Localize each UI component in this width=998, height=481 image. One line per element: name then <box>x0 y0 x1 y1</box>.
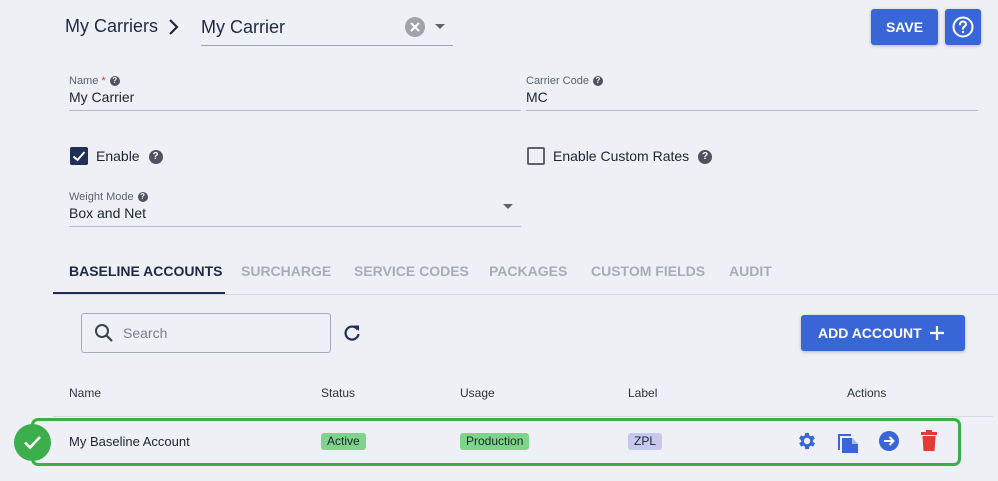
tab-packages[interactable]: PACKAGES <box>489 263 567 279</box>
custom-rates-label: Enable Custom Rates? <box>553 148 713 165</box>
help-icon[interactable]: ? <box>698 150 713 165</box>
dropdown-caret-icon[interactable] <box>503 204 513 209</box>
row-name: My Baseline Account <box>69 434 190 449</box>
enable-label: Enable? <box>96 148 163 165</box>
help-icon[interactable]: ? <box>137 192 148 203</box>
tab-custom-fields[interactable]: CUSTOM FIELDS <box>591 263 705 279</box>
save-button[interactable]: SAVE <box>871 9 938 45</box>
settings-icon[interactable] <box>796 430 818 452</box>
clear-icon[interactable] <box>405 17 425 37</box>
success-badge <box>14 424 51 461</box>
search-input[interactable] <box>123 323 313 343</box>
plus-icon <box>930 326 944 340</box>
enable-checkbox[interactable] <box>70 147 88 165</box>
carrier-code-field[interactable]: MC <box>526 89 548 105</box>
arrow-right-circle-icon[interactable] <box>878 430 900 452</box>
column-header-status[interactable]: Status <box>321 386 355 400</box>
refresh-icon[interactable] <box>342 323 362 343</box>
tab-service-codes[interactable]: SERVICE CODES <box>354 263 469 279</box>
add-account-button[interactable]: ADD ACCOUNT <box>801 315 965 351</box>
dropdown-caret-icon[interactable] <box>435 24 445 29</box>
tab-divider <box>53 294 998 295</box>
tab-baseline-accounts[interactable]: BASELINE ACCOUNTS <box>69 263 223 279</box>
help-icon[interactable]: ? <box>148 150 163 165</box>
tab-surcharge[interactable]: SURCHARGE <box>241 263 331 279</box>
carrier-code-label: Carrier Code? <box>526 75 603 87</box>
usage-badge: Production <box>460 433 530 450</box>
help-icon[interactable]: ? <box>109 76 120 87</box>
custom-rates-checkbox[interactable] <box>527 147 545 165</box>
chevron-right-icon <box>169 19 179 35</box>
status-badge: Active <box>321 433 366 450</box>
weight-mode-underline <box>69 226 521 227</box>
tab-audit[interactable]: AUDIT <box>729 263 772 279</box>
help-icon[interactable]: ? <box>592 76 603 87</box>
table-header-divider <box>53 416 993 417</box>
weight-mode-label: Weight Mode? <box>69 191 148 203</box>
check-icon <box>24 436 41 450</box>
label-badge: ZPL <box>628 433 663 450</box>
breadcrumb-parent[interactable]: My Carriers <box>65 16 158 37</box>
name-field[interactable]: My Carrier <box>69 89 134 105</box>
name-field-underline <box>69 110 521 111</box>
carrier-select-value: My Carrier <box>201 17 285 37</box>
help-button[interactable] <box>945 9 981 45</box>
copy-icon[interactable] <box>837 430 859 454</box>
column-header-name[interactable]: Name <box>69 386 101 400</box>
column-header-label[interactable]: Label <box>628 386 657 400</box>
check-icon <box>72 151 86 162</box>
help-icon <box>952 16 974 38</box>
search-box[interactable] <box>81 313 331 353</box>
column-header-actions: Actions <box>847 386 887 400</box>
search-icon <box>95 324 113 342</box>
carrier-select[interactable]: My Carrier <box>201 9 453 46</box>
carrier-code-underline <box>526 110 978 111</box>
delete-icon[interactable] <box>919 430 939 452</box>
weight-mode-select[interactable]: Box and Net <box>69 205 146 221</box>
column-header-usage[interactable]: Usage <box>460 386 495 400</box>
name-field-label: Name *? <box>69 75 120 87</box>
